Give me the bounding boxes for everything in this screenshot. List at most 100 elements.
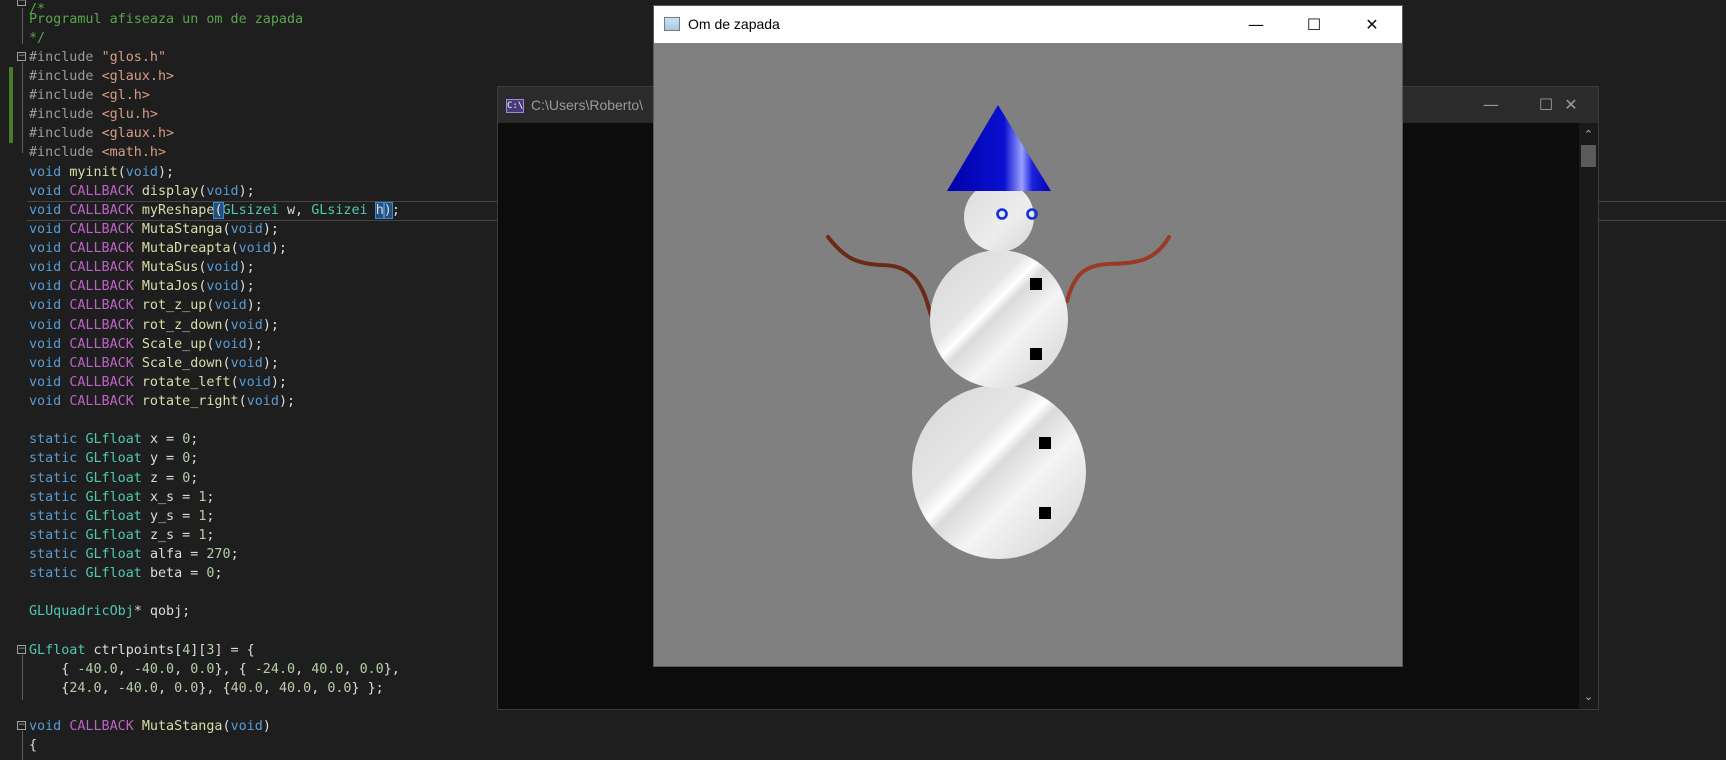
code-token: */	[29, 31, 46, 46]
snowman-middle-ball	[930, 250, 1068, 388]
code-token: * qobj;	[133, 604, 191, 619]
code-token: );	[270, 241, 287, 256]
code-token: } };	[351, 681, 384, 696]
code-token: display	[141, 184, 199, 199]
code-token: CALLBACK	[69, 279, 142, 294]
code-token: void	[29, 719, 70, 734]
change-indicator-bar	[9, 67, 13, 143]
gl-titlebar[interactable]: Om de zapada — ☐ ✕	[654, 6, 1402, 43]
code-token: static	[29, 566, 86, 581]
code-token: z =	[149, 471, 183, 486]
code-token: void	[214, 337, 247, 352]
fold-toggle-icon[interactable]: −	[17, 645, 26, 654]
code-token: );	[158, 165, 175, 180]
fold-toggle-icon[interactable]: −	[17, 0, 26, 6]
gl-maximize-button[interactable]: ☐	[1286, 6, 1342, 43]
code-token: 0.0	[174, 681, 199, 696]
gl-minimize-button[interactable]: —	[1228, 6, 1284, 43]
code-line: void CALLBACK rotate_right(void);	[29, 392, 295, 411]
code-token: }, {	[198, 681, 231, 696]
code-token: static	[29, 490, 86, 505]
code-token: CALLBACK	[69, 203, 142, 218]
code-token: GLfloat	[85, 451, 150, 466]
code-token: void	[214, 298, 247, 313]
code-token: <glu.h>	[101, 107, 158, 122]
code-line: #include <gl.h>	[29, 86, 150, 105]
code-token: rot_z_up	[141, 298, 207, 313]
fold-guide	[22, 62, 23, 153]
code-token: static	[29, 509, 86, 524]
fold-toggle-icon[interactable]: −	[17, 721, 26, 730]
code-token: ,	[311, 681, 328, 696]
console-scrollbar[interactable]	[1579, 123, 1598, 709]
code-token: static	[29, 528, 86, 543]
code-token: )	[382, 202, 393, 219]
code-token: rotate_right	[141, 394, 239, 409]
code-token: GLfloat	[85, 490, 150, 505]
code-line: void CALLBACK display(void);	[29, 182, 255, 201]
code-line: void CALLBACK MutaDreapta(void);	[29, 239, 287, 258]
snowman-canvas[interactable]	[654, 43, 1402, 666]
code-token: );	[238, 279, 255, 294]
code-token: #include	[29, 69, 102, 84]
code-token: ;	[214, 566, 223, 581]
code-token: void	[238, 375, 271, 390]
code-token: beta =	[149, 566, 207, 581]
code-line: void CALLBACK MutaStanga(void);	[29, 220, 279, 239]
code-token: MutaStanga	[141, 222, 223, 237]
code-line: static GLfloat y_s = 1;	[29, 507, 214, 526]
scroll-up-icon[interactable]: ⌃	[1579, 127, 1598, 143]
code-token: );	[238, 260, 255, 275]
code-token: 0.0	[190, 662, 215, 677]
code-token: 40.0	[311, 662, 344, 677]
code-token: CALLBACK	[69, 222, 142, 237]
code-line: void CALLBACK rot_z_up(void);	[29, 296, 263, 315]
code-token: void	[230, 222, 263, 237]
code-token: );	[270, 375, 287, 390]
code-token: void	[29, 375, 70, 390]
console-minimize-button[interactable]: —	[1464, 87, 1518, 123]
code-token: void	[29, 394, 70, 409]
code-token: -40.0	[77, 662, 118, 677]
scroll-thumb[interactable]	[1581, 145, 1596, 167]
code-token: ] = {	[214, 643, 255, 658]
code-token: static	[29, 471, 86, 486]
app-window-icon	[664, 17, 680, 31]
code-token: GLfloat	[85, 471, 150, 486]
code-token: GLsizei	[222, 203, 287, 218]
code-token: ,	[295, 662, 312, 677]
code-line: static GLfloat x_s = 1;	[29, 488, 214, 507]
button-icon	[1030, 348, 1042, 360]
code-token: {	[29, 662, 78, 677]
code-token: ctrlpoints[	[93, 643, 183, 658]
code-token: <glaux.h>	[101, 126, 175, 141]
code-token: void	[29, 222, 70, 237]
button-icon	[1039, 507, 1051, 519]
code-line: void myinit(void);	[29, 163, 174, 182]
code-token: ,	[174, 662, 191, 677]
code-line: GLUquadricObj* qobj;	[29, 602, 190, 621]
code-token: MutaDreapta	[141, 241, 231, 256]
gl-close-button[interactable]: ✕	[1344, 6, 1400, 43]
code-line: void CALLBACK rotate_left(void);	[29, 373, 287, 392]
button-icon	[1030, 278, 1042, 290]
code-line: #include <glu.h>	[29, 105, 158, 124]
code-token: void	[29, 241, 70, 256]
code-token: {	[29, 681, 70, 696]
code-line: void CALLBACK rot_z_down(void);	[29, 316, 279, 335]
gl-window-title: Om de zapada	[688, 16, 780, 32]
fold-toggle-icon[interactable]: −	[17, 52, 26, 61]
scroll-down-icon[interactable]: ⌄	[1579, 689, 1598, 705]
code-token: MutaJos	[141, 279, 199, 294]
opengl-window[interactable]: Om de zapada — ☐ ✕	[653, 5, 1403, 667]
code-token: void	[29, 279, 70, 294]
code-line: { -40.0, -40.0, 0.0}, { -24.0, 40.0, 0.0…	[29, 660, 400, 679]
code-token: -24.0	[254, 662, 296, 677]
code-token: );	[246, 298, 263, 313]
code-token: ;	[391, 203, 400, 218]
code-token: CALLBACK	[69, 719, 142, 734]
code-line: void CALLBACK myReshape(GLsizei w, GLsiz…	[29, 201, 400, 220]
code-token: Scale_down	[141, 356, 223, 371]
console-close-button[interactable]: ✕	[1544, 87, 1598, 123]
code-token: Scale_up	[141, 337, 207, 352]
